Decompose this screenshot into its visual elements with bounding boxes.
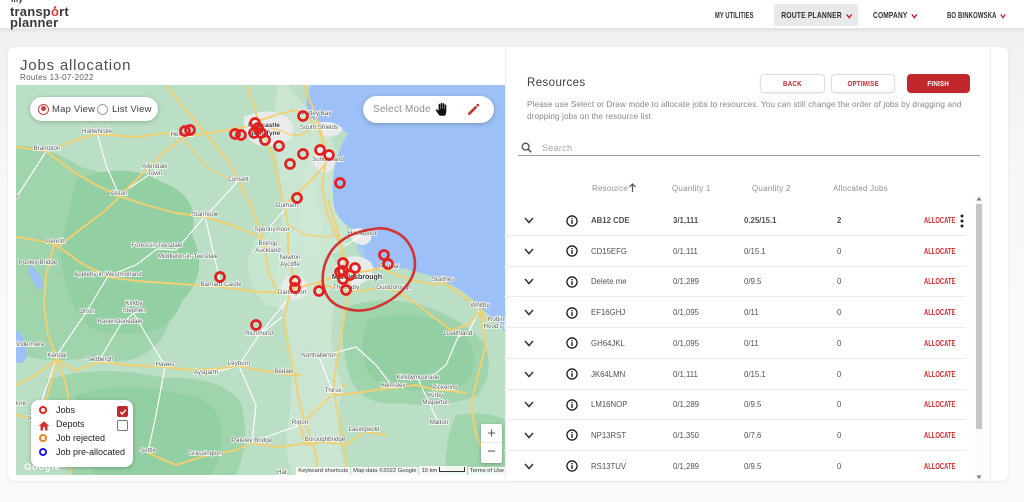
svg-text:Lasingwold: Lasingwold [349, 426, 381, 433]
svg-text:Pooley Bridge: Pooley Bridge [19, 259, 58, 266]
svg-text:Richmond: Richmond [245, 330, 273, 337]
svg-text:Bishop: Bishop [259, 240, 278, 247]
svg-text:Bedale: Bedale [274, 368, 294, 375]
svg-text:Kendal: Kendal [47, 352, 66, 359]
svg-text:Robin: Robin [488, 316, 505, 323]
svg-text:Northallerton: Northallerton [301, 352, 337, 359]
svg-text:Orton: Orton [79, 308, 95, 315]
svg-text:Ravenstonedale: Ravenstonedale [98, 318, 143, 325]
svg-text:Pateley Bridge: Pateley Bridge [232, 437, 273, 444]
svg-text:Alston: Alston [110, 190, 128, 197]
svg-text:Haltwhistle: Haltwhistle [82, 128, 112, 135]
svg-text:Hood's B: Hood's B [484, 323, 506, 330]
svg-text:Stanhope: Stanhope [192, 211, 219, 218]
svg-text:Town: Town [148, 170, 163, 177]
svg-text:Har: Har [277, 469, 287, 475]
svg-text:Middleton-in-Teesdale: Middleton-in-Teesdale [158, 253, 219, 260]
svg-text:Kirby: Kirby [429, 392, 444, 399]
svg-text:Brampton: Brampton [34, 145, 61, 152]
svg-text:Ripon: Ripon [292, 419, 309, 426]
svg-text:Settle: Settle [140, 447, 156, 454]
svg-text:Pickering: Pickering [432, 384, 458, 391]
svg-text:Kirkby: Kirkby [125, 300, 143, 307]
svg-text:Allendale: Allendale [142, 163, 168, 170]
svg-text:Hawes: Hawes [156, 361, 175, 368]
svg-text:Newton: Newton [280, 254, 302, 261]
svg-text:Consett: Consett [227, 176, 249, 183]
svg-text:Misperton: Misperton [422, 399, 450, 406]
svg-text:Kirkbymoorside: Kirkbymoorside [397, 374, 440, 381]
svg-text:Auckland: Auckland [255, 247, 281, 254]
svg-text:n-Windermere: n-Windermere [16, 341, 45, 348]
svg-text:Helmsley: Helmsley [380, 382, 406, 389]
svg-text:Aycliffe: Aycliffe [280, 261, 300, 268]
svg-text:Forest-in-Teesdale: Forest-in-Teesdale [131, 242, 183, 249]
svg-text:More: More [16, 400, 27, 407]
svg-text:Malton: Malton [430, 419, 449, 426]
svg-text:Sedbergh: Sedbergh [87, 356, 114, 363]
svg-text:South Shields: South Shields [300, 124, 338, 131]
svg-text:Thirsk: Thirsk [325, 387, 343, 394]
svg-text:Goathland: Goathland [444, 330, 473, 337]
svg-text:Appleby-in-Westmorland: Appleby-in-Westmorland [74, 271, 142, 278]
svg-text:Whitby: Whitby [471, 302, 491, 309]
svg-text:Aysgarth: Aysgarth [194, 369, 219, 376]
svg-text:Penrith: Penrith [46, 238, 66, 245]
svg-text:Stephen: Stephen [122, 307, 146, 314]
svg-text:Grassington: Grassington [188, 450, 222, 457]
svg-text:Spennymoor: Spennymoor [254, 226, 289, 233]
svg-text:Leyburn: Leyburn [228, 360, 251, 367]
svg-text:Boroughbridge: Boroughbridge [305, 436, 346, 443]
svg-text:Staithes: Staithes [432, 276, 454, 283]
